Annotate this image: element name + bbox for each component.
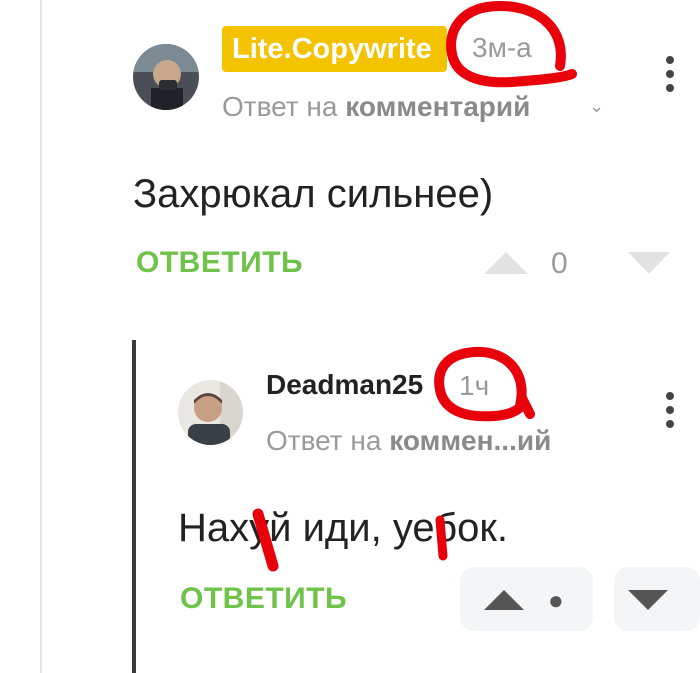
avatar[interactable] — [133, 44, 199, 110]
vote-up-icon[interactable] — [484, 252, 528, 274]
comment-text: Нахуй иди, уебок. — [178, 506, 508, 550]
more-options-icon[interactable] — [666, 392, 674, 434]
more-options-icon[interactable] — [666, 56, 674, 98]
reply-to-prefix: Ответ на — [222, 91, 338, 122]
reply-thread-line — [132, 340, 136, 673]
comment-time: 3м-а — [472, 32, 532, 63]
reply-to-target: коммен...ий — [389, 425, 552, 456]
reply-to-link[interactable]: Ответ на комментарий — [222, 91, 530, 123]
vote-up-icon[interactable] — [484, 590, 524, 610]
comment-time: 1ч — [459, 370, 490, 401]
reply-button[interactable]: ОТВЕТИТЬ — [136, 246, 303, 280]
avatar[interactable] — [178, 380, 243, 445]
vote-down-icon[interactable] — [628, 590, 668, 610]
author-badge[interactable]: Lite.Copywrite — [222, 26, 447, 72]
chevron-down-icon[interactable]: ⌄ — [589, 96, 604, 117]
reply-to-link[interactable]: Ответ на коммен...ий — [266, 425, 551, 457]
reply-to-target: комментарий — [345, 91, 531, 122]
comment-text: Захрюкал сильнее) — [133, 172, 494, 216]
thread-line — [40, 0, 42, 673]
vote-up-box[interactable] — [460, 567, 593, 631]
reply-to-prefix: Ответ на — [266, 425, 382, 456]
reply-button[interactable]: ОТВЕТИТЬ — [180, 582, 347, 616]
rating-count: 0 — [551, 247, 568, 280]
vote-down-icon[interactable] — [628, 252, 670, 274]
author-name[interactable]: Deadman25 — [266, 369, 423, 401]
rating-indicator: ● — [548, 585, 564, 615]
